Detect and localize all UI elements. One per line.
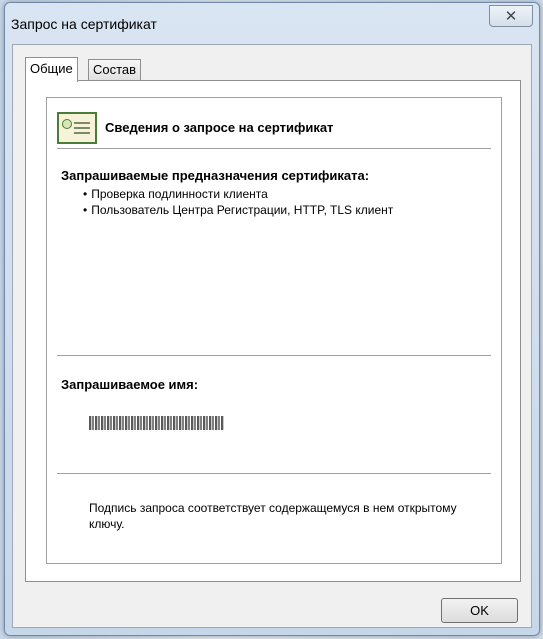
close-icon: ✕	[504, 8, 518, 25]
purposes-list: Проверка подлинности клиента Пользовател…	[83, 186, 393, 218]
requested-name-label: Запрашиваемое имя:	[61, 377, 199, 392]
signature-note: Подпись запроса соответствует содержащем…	[89, 501, 457, 531]
close-button[interactable]: ✕	[489, 5, 533, 27]
divider	[57, 473, 491, 474]
list-item: Проверка подлинности клиента	[83, 186, 393, 202]
divider	[57, 148, 491, 149]
info-heading: Сведения о запросе на сертификат	[105, 120, 334, 135]
divider	[57, 355, 491, 356]
tab-panel-general: Сведения о запросе на сертификат Запраши…	[25, 80, 521, 582]
title-bar[interactable]: Запрос на сертификат ✕	[5, 3, 539, 43]
request-info-box: Сведения о запросе на сертификат Запраши…	[46, 97, 502, 564]
certificate-request-dialog: Запрос на сертификат ✕ Общие Состав Свед…	[4, 2, 540, 636]
tab-details[interactable]: Состав	[88, 59, 142, 80]
certificate-icon	[57, 112, 97, 144]
purposes-label: Запрашиваемые предназначения сертификата…	[61, 168, 370, 183]
tab-general[interactable]: Общие	[25, 57, 78, 82]
dialog-client-area: Общие Состав Сведения о запросе на серти…	[12, 44, 532, 628]
requested-name-value-redacted	[89, 416, 224, 430]
ok-button[interactable]: OK	[441, 598, 518, 623]
window-title: Запрос на сертификат	[11, 16, 157, 32]
list-item: Пользователь Центра Регистрации, HTTP, T…	[83, 202, 393, 218]
